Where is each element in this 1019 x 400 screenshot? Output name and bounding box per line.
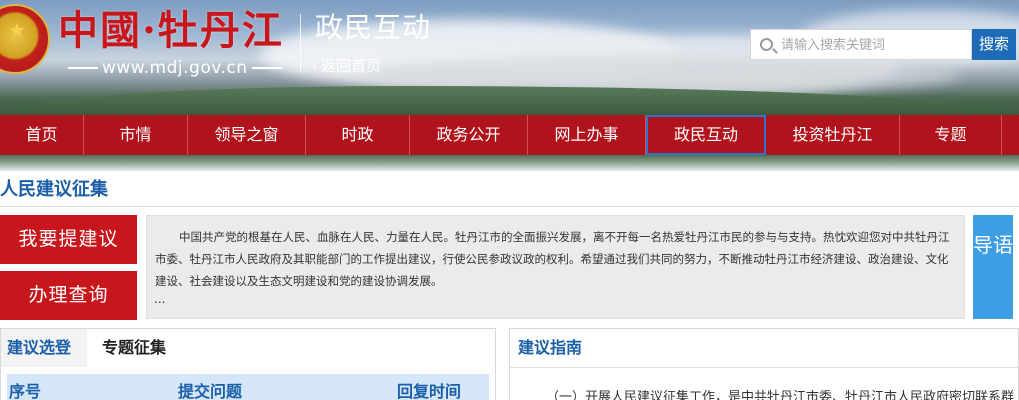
column-header-question: 提交问题 [178,382,243,400]
chevron-left-icon: ‹ [312,57,318,75]
star-icon: ★ [8,18,26,42]
guide-panel-text: （一）开展人民建议征集工作，是中共牡丹江市委、牡丹江市人民政府密切联系群 [546,390,1015,400]
nav-item-invest[interactable]: 投资牡丹江 [766,115,900,155]
site-url: www.mdj.gov.cn [64,57,286,79]
submit-suggestion-button[interactable]: 我要提建议 [0,215,137,264]
guide-panel-title: 建议指南 [518,338,583,357]
nav-item-politics[interactable]: 时政 [306,115,410,155]
nav-item-city-info[interactable]: 市情 [84,115,188,155]
tab-published-suggestions[interactable]: 建议选登 [7,329,71,367]
guide-panel-divider [510,367,1018,368]
section-title: 政民互动 [315,11,432,44]
nav-item-gov-affairs[interactable]: 政务公开 [410,115,528,155]
nav-item-online-services[interactable]: 网上办事 [528,115,646,155]
table-header: 序号 提交问题 回复时间 [7,374,489,400]
intro-more[interactable]: ... [154,289,165,309]
banner-hills [0,86,1019,115]
nav-item-leaders[interactable]: 领导之窗 [188,115,306,155]
query-status-button[interactable]: 办理查询 [0,271,137,320]
search-box [750,29,972,60]
suggestions-panel: 建议选登 专题征集 序号 提交问题 回复时间 [0,328,496,400]
site-logo[interactable]: 中國·牡丹江 [58,6,284,56]
nav-item-special[interactable]: 专题 [900,115,1002,155]
banner-strip [0,155,1019,171]
url-dash-right [251,67,282,69]
column-header-reply-time: 回复时间 [397,382,462,400]
guide-panel: 建议指南 （一）开展人民建议征集工作，是中共牡丹江市委、牡丹江市人民政府密切联系… [509,328,1019,400]
search-input[interactable] [781,34,967,56]
site-url-text: www.mdj.gov.cn [102,58,248,78]
tab-topic-collection[interactable]: 专题征集 [102,329,166,367]
search-button[interactable]: 搜索 [972,29,1016,60]
header-banner: ★ 中國·牡丹江 www.mdj.gov.cn 政民互动 ‹返回首页 搜索 [0,0,1019,115]
guide-button[interactable]: 导语 [973,215,1013,319]
heading-divider [0,206,1019,207]
intro-text: 中国共产党的根基在人民、血脉在人民、力量在人民。牡丹江市的全面振兴发展，离不开每… [146,215,965,319]
main-nav: 首页 市情 领导之窗 时政 政务公开 网上办事 政民互动 投资牡丹江 专题 [0,115,1019,155]
national-emblem-icon: ★ [0,4,50,74]
logo-divider [300,14,301,72]
page-title: 人民建议征集 [0,179,108,200]
back-home-link[interactable]: ‹ 返回首页 [312,55,381,77]
back-home-label: 返回首页 [321,57,382,75]
nav-item-home[interactable]: 首页 [0,115,84,155]
nav-item-interaction[interactable]: 政民互动 [646,115,766,155]
column-header-number: 序号 [9,382,42,400]
url-dash-left [68,67,98,69]
search-icon [760,38,773,51]
